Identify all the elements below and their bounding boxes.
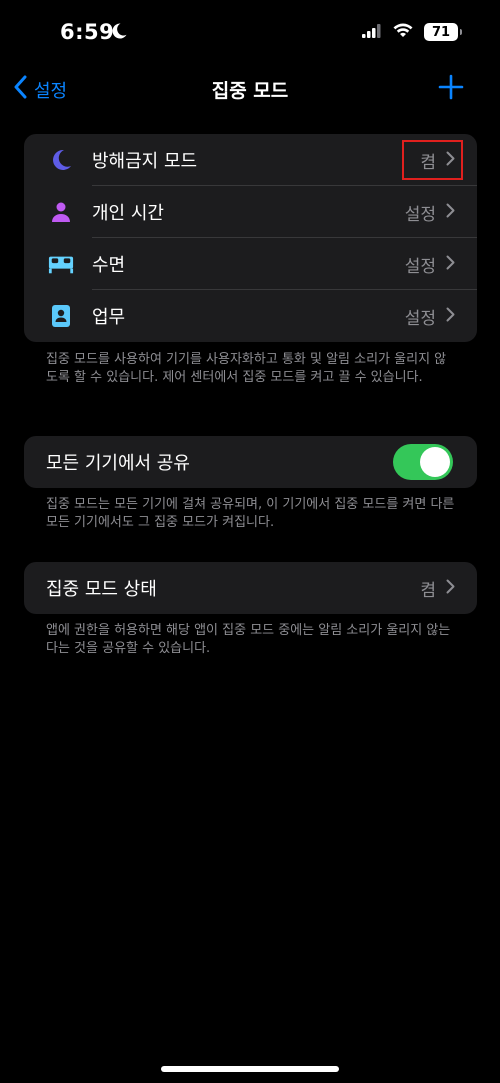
focus-mode-value: 설정 — [404, 204, 436, 225]
focus-mode-personal[interactable]: 개인 시간 설정 — [24, 186, 477, 238]
focus-status-row[interactable]: 집중 모드 상태 켬 — [24, 562, 477, 614]
status-time: 6:59 — [60, 20, 115, 44]
add-focus-button[interactable] — [438, 74, 464, 104]
wifi-icon — [392, 22, 414, 42]
focus-mode-label: 업무 — [92, 307, 126, 328]
person-icon — [48, 199, 74, 225]
chevron-right-icon — [446, 579, 455, 598]
focus-mode-sleep[interactable]: 수면 설정 — [24, 238, 477, 290]
focus-mode-label: 수면 — [92, 255, 126, 276]
focus-footnote: 집중 모드를 사용하여 기기를 사용자화하고 통화 및 알림 소리가 울리지 않… — [46, 352, 447, 385]
share-across-devices-row: 모든 기기에서 공유 — [24, 436, 477, 488]
toggle-knob — [420, 447, 450, 477]
share-label: 모든 기기에서 공유 — [46, 453, 190, 474]
share-group: 모든 기기에서 공유 — [24, 436, 477, 488]
navigation-bar: 설정 집중 모드 — [0, 66, 500, 110]
focus-mode-label: 개인 시간 — [92, 203, 164, 224]
chevron-right-icon — [446, 255, 455, 274]
status-footnote: 앱에 권한을 허용하면 해당 앱이 집중 모드 중에는 알림 소리가 울리지 않… — [46, 623, 451, 656]
chevron-right-icon — [446, 307, 455, 326]
focus-mode-label: 방해금지 모드 — [92, 151, 198, 172]
id-badge-icon — [48, 303, 74, 329]
cellular-signal-icon — [362, 23, 382, 42]
share-toggle[interactable] — [393, 444, 453, 480]
focus-status-label: 집중 모드 상태 — [46, 579, 157, 600]
moon-icon — [110, 22, 128, 44]
bed-icon — [48, 251, 74, 277]
page-title: 집중 모드 — [211, 80, 289, 102]
focus-mode-value: 설정 — [404, 308, 436, 329]
status-bar: 6:59 71 — [0, 0, 500, 70]
highlight-box — [402, 140, 463, 180]
focus-mode-work[interactable]: 업무 설정 — [24, 290, 477, 342]
focus-mode-value: 설정 — [404, 256, 436, 277]
moon-icon — [48, 147, 74, 173]
battery-indicator: 71 — [424, 23, 462, 41]
home-indicator[interactable] — [161, 1066, 339, 1072]
share-footnote: 집중 모드는 모든 기기에 걸쳐 공유되며, 이 기기에서 집중 모드를 켜면 … — [46, 497, 455, 530]
focus-status-group: 집중 모드 상태 켬 — [24, 562, 477, 614]
focus-status-value: 켬 — [420, 580, 436, 601]
chevron-right-icon — [446, 203, 455, 222]
